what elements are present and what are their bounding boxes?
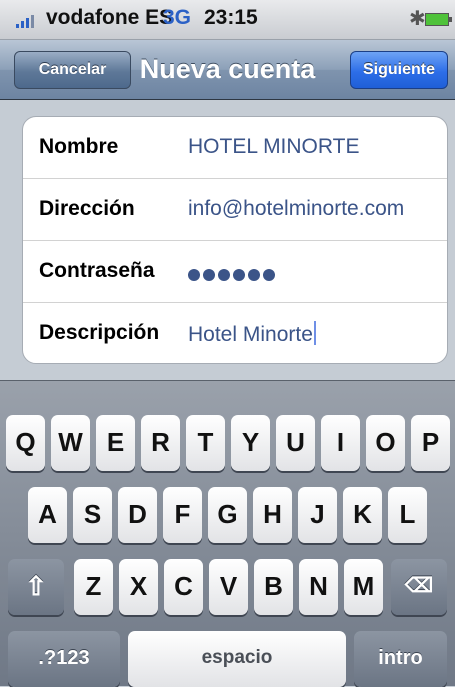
key-u[interactable]: U <box>276 415 315 471</box>
password-label: Contraseña <box>39 259 155 282</box>
key-w[interactable]: W <box>51 415 90 471</box>
key-m[interactable]: M <box>344 559 383 615</box>
key-f[interactable]: F <box>163 487 202 543</box>
key-s[interactable]: S <box>73 487 112 543</box>
key-c[interactable]: C <box>164 559 203 615</box>
bluetooth-icon: ✱ <box>409 8 426 30</box>
key-z[interactable]: Z <box>74 559 113 615</box>
password-dot <box>218 269 230 282</box>
form-row-name[interactable]: Nombre HOTEL MINORTE <box>23 117 447 179</box>
key-g[interactable]: G <box>208 487 247 543</box>
key-a[interactable]: A <box>28 487 67 543</box>
key-n[interactable]: N <box>299 559 338 615</box>
password-dot <box>263 269 275 282</box>
backspace-icon: ⌫ <box>404 575 434 597</box>
carrier-name: vodafone ES <box>46 6 174 29</box>
password-field[interactable] <box>188 263 278 287</box>
status-bar: vodafone ES 3G 23:15 ✱ <box>0 0 455 40</box>
description-field[interactable]: Hotel Minorte <box>188 321 316 347</box>
key-t[interactable]: T <box>186 415 225 471</box>
form-row-description[interactable]: Descripción Hotel Minorte <box>23 303 447 363</box>
clock: 23:15 <box>204 6 258 29</box>
shift-key[interactable]: ⇧ <box>8 559 64 615</box>
key-b[interactable]: B <box>254 559 293 615</box>
battery-tip <box>449 17 452 22</box>
key-h[interactable]: H <box>253 487 292 543</box>
name-label: Nombre <box>39 135 119 158</box>
address-label: Dirección <box>39 197 135 220</box>
password-dot <box>248 269 260 282</box>
password-dot <box>188 269 200 282</box>
address-field[interactable]: info@hotelminorte.com <box>188 197 404 221</box>
key-d[interactable]: D <box>118 487 157 543</box>
key-i[interactable]: I <box>321 415 360 471</box>
form-row-address[interactable]: Dirección info@hotelminorte.com <box>23 179 447 241</box>
key-l[interactable]: L <box>388 487 427 543</box>
numbers-key[interactable]: .?123 <box>8 631 120 687</box>
description-value: Hotel Minorte <box>188 323 313 346</box>
key-q[interactable]: Q <box>6 415 45 471</box>
key-j[interactable]: J <box>298 487 337 543</box>
text-cursor <box>313 321 316 345</box>
signal-strength-icon <box>16 14 38 28</box>
key-e[interactable]: E <box>96 415 135 471</box>
return-key[interactable]: intro <box>354 631 447 687</box>
form-row-password[interactable]: Contraseña <box>23 241 447 303</box>
key-p[interactable]: P <box>411 415 450 471</box>
space-key[interactable]: espacio <box>128 631 346 687</box>
key-o[interactable]: O <box>366 415 405 471</box>
key-k[interactable]: K <box>343 487 382 543</box>
backspace-key[interactable]: ⌫ <box>391 559 447 615</box>
next-button[interactable]: Siguiente <box>350 51 448 89</box>
network-type: 3G <box>163 6 192 29</box>
password-dot <box>233 269 245 282</box>
keyboard: ⇧ ⌫ .?123 espacio intro QWERTYUIOP ASDFGH… <box>0 380 455 687</box>
description-label: Descripción <box>39 321 160 344</box>
account-form: Nombre HOTEL MINORTE Dirección info@hote… <box>22 116 448 364</box>
key-v[interactable]: V <box>209 559 248 615</box>
shift-arrow-icon: ⇧ <box>25 571 47 601</box>
navigation-bar: Cancelar Nueva cuenta Siguiente <box>0 40 455 100</box>
key-x[interactable]: X <box>119 559 158 615</box>
key-r[interactable]: R <box>141 415 180 471</box>
name-field[interactable]: HOTEL MINORTE <box>188 135 360 159</box>
key-y[interactable]: Y <box>231 415 270 471</box>
battery-icon <box>425 13 449 26</box>
password-dot <box>203 269 215 282</box>
